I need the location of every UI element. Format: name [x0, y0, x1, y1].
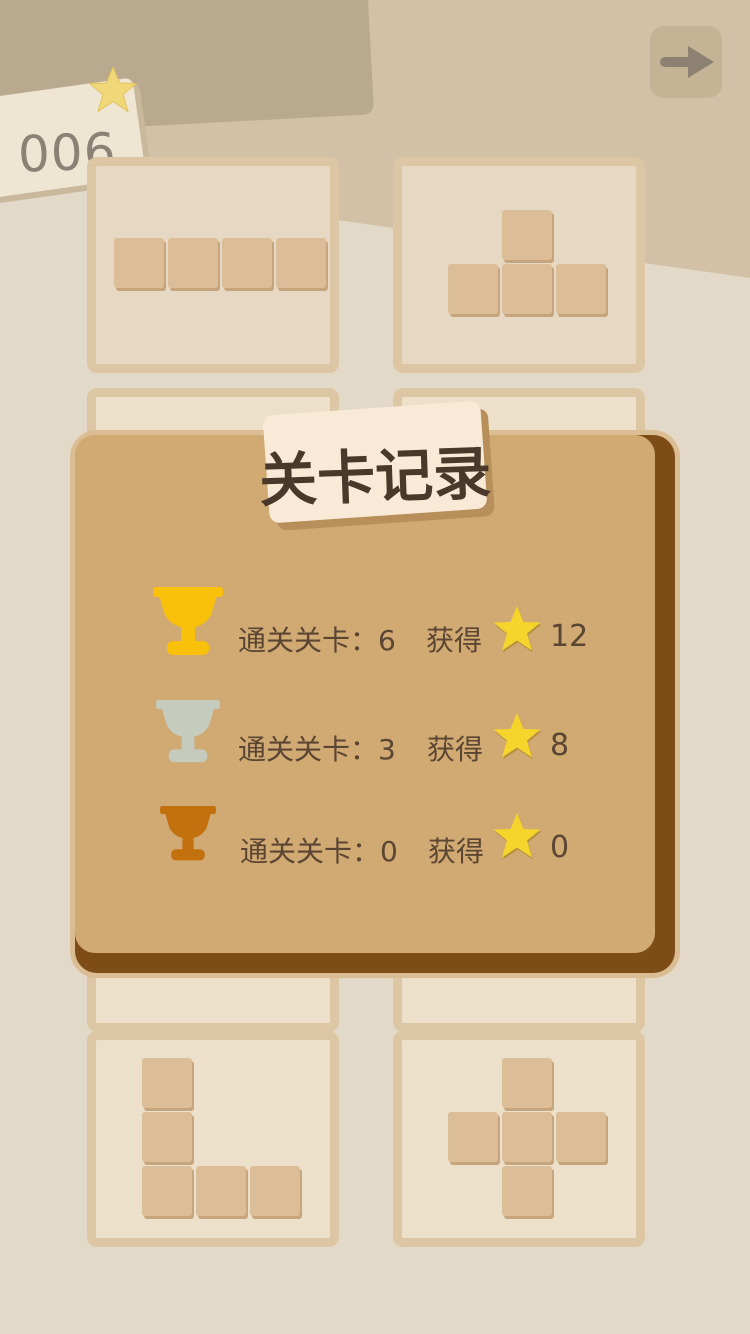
puzzle-block: [556, 264, 606, 314]
silver-trophy-icon: [156, 700, 220, 763]
puzzle-block: [502, 1058, 552, 1108]
puzzle-block: [502, 210, 552, 260]
level-tile-2[interactable]: [393, 157, 645, 373]
gold-trophy-icon: [153, 587, 223, 655]
record-row-gold: 通关关卡：6 获得 12: [0, 585, 750, 665]
puzzle-block: [222, 238, 272, 288]
puzzle-block: [142, 1058, 192, 1108]
gain-label: 获得: [427, 733, 484, 766]
record-row-bronze: 通关关卡：0 获得 0: [0, 806, 750, 886]
puzzle-block: [142, 1112, 192, 1162]
star-count: 8: [550, 728, 570, 763]
puzzle-block: [196, 1166, 246, 1216]
cleared-levels-label: 通关关卡：6: [238, 624, 396, 657]
gain-label: 获得: [426, 624, 483, 657]
level-tile-1[interactable]: [87, 157, 339, 373]
star-icon: [493, 813, 542, 860]
puzzle-block: [556, 1112, 606, 1162]
puzzle-block: [114, 238, 164, 288]
star-count: 0: [550, 830, 570, 865]
arrow-right-icon: [660, 46, 714, 78]
puzzle-block: [448, 1112, 498, 1162]
puzzle-block: [448, 264, 498, 314]
star-count: 12: [550, 619, 589, 654]
puzzle-block: [502, 264, 552, 314]
level-tile-7[interactable]: [87, 1031, 339, 1247]
next-button[interactable]: [650, 26, 722, 98]
star-icon: [493, 606, 542, 653]
gain-label: 获得: [428, 835, 485, 868]
level-tile-8[interactable]: [393, 1031, 645, 1247]
bronze-trophy-icon: [160, 806, 216, 861]
star-icon: [88, 65, 138, 113]
puzzle-block: [276, 238, 326, 288]
cleared-levels-label: 通关关卡：0: [240, 835, 398, 868]
star-icon: [493, 713, 542, 760]
dialog-title: 关卡记录: [258, 438, 493, 516]
puzzle-block: [502, 1112, 552, 1162]
puzzle-block: [502, 1166, 552, 1216]
puzzle-block: [250, 1166, 300, 1216]
cleared-levels-label: 通关关卡：3: [238, 733, 396, 766]
record-row-silver: 通关关卡：3 获得 8: [0, 698, 750, 778]
puzzle-block: [168, 238, 218, 288]
puzzle-block: [142, 1166, 192, 1216]
